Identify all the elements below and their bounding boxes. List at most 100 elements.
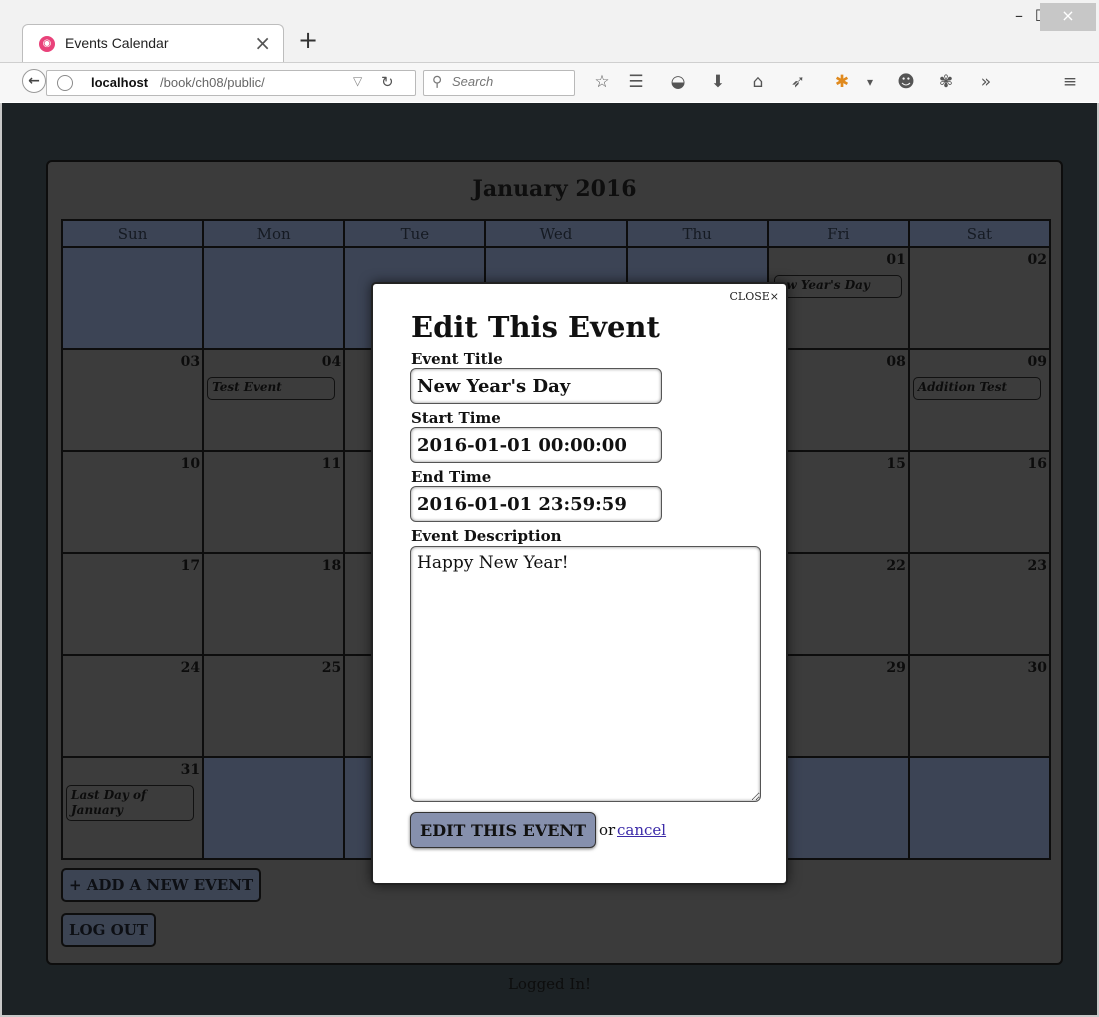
weekday-header: Thu (625, 219, 769, 248)
day-number: 09 (1027, 354, 1047, 370)
weekday-header: Sat (907, 219, 1052, 248)
search-icon: ⚲ (432, 74, 443, 90)
url-dropdown-icon[interactable]: ▽ (353, 74, 362, 88)
day-cell: 15 (766, 450, 910, 554)
empty-day-cell (907, 756, 1052, 860)
day-cell: 02 (907, 246, 1052, 350)
end-time-input[interactable] (410, 486, 662, 522)
day-cell: 16 (907, 450, 1052, 554)
day-number: 08 (886, 354, 906, 370)
empty-day-cell (202, 246, 346, 350)
day-cell: 17 (60, 552, 205, 656)
day-number: 04 (321, 354, 342, 370)
home-icon[interactable]: ⌂ (746, 69, 770, 95)
tab-title: Events Calendar (65, 35, 169, 51)
day-number: 24 (180, 660, 201, 676)
day-cell: 22 (766, 552, 910, 656)
end-time-label: End Time (411, 468, 492, 486)
day-cell: 25 (202, 654, 346, 758)
reload-icon[interactable]: ↻ (381, 73, 394, 91)
day-number: 31 (180, 762, 201, 778)
day-cell: 09 Addition Test (907, 348, 1052, 452)
event-title-label: Event Title (411, 350, 503, 368)
hamburger-menu-icon[interactable]: ≡ (1058, 69, 1082, 95)
event-link[interactable]: ew Year's Day (773, 275, 902, 298)
app-favicon-icon: ◉ (39, 36, 55, 52)
globe-icon (57, 75, 73, 91)
day-number: 25 (321, 660, 342, 676)
day-number: 16 (1027, 456, 1047, 472)
tab-close-icon[interactable]: × (254, 31, 271, 55)
day-number: 11 (321, 456, 342, 472)
edit-event-submit-button[interactable]: EDIT THIS EVENT (410, 812, 596, 848)
pocket-icon[interactable]: ◒ (666, 69, 690, 95)
event-link[interactable]: Last Day of January (66, 785, 194, 821)
event-title-input[interactable] (410, 368, 662, 404)
window-minimize-button[interactable]: – (1002, 3, 1036, 31)
cancel-link[interactable]: cancel (617, 821, 666, 839)
add-event-button[interactable]: + ADD A NEW EVENT (61, 868, 262, 902)
download-icon[interactable]: ⬇ (706, 69, 730, 95)
or-text: or (599, 821, 616, 839)
empty-day-cell (766, 756, 910, 860)
window-close-button[interactable]: × (1040, 3, 1096, 31)
weekday-header: Fri (766, 219, 910, 248)
empty-day-cell (202, 756, 346, 860)
day-cell: 24 (60, 654, 205, 758)
weekday-header: Wed (484, 219, 628, 248)
day-number: 15 (886, 456, 906, 472)
day-number: 10 (180, 456, 201, 472)
extension-icon[interactable]: ✾ (934, 69, 958, 95)
day-number: 17 (180, 558, 201, 574)
login-status: Logged In! (507, 975, 592, 993)
day-number: 29 (886, 660, 906, 676)
day-cell: 23 (907, 552, 1052, 656)
bookmark-star-icon[interactable]: ☆ (590, 69, 614, 95)
month-title: January 2016 (472, 176, 637, 202)
event-link[interactable]: Addition Test (912, 377, 1041, 400)
day-cell: 31 Last Day of January (60, 756, 205, 860)
weekday-header: Sun (60, 219, 205, 248)
day-number: 23 (1027, 558, 1047, 574)
day-number: 30 (1027, 660, 1047, 676)
chat-icon[interactable]: ☻ (894, 69, 918, 95)
event-link[interactable]: Test Event (207, 377, 336, 400)
day-cell: 29 (766, 654, 910, 758)
modal-close-button[interactable]: CLOSE× (729, 290, 779, 303)
logout-button[interactable]: LOG OUT (61, 913, 156, 947)
day-cell: 11 (202, 450, 346, 554)
extension-dropdown-icon[interactable]: ▾ (858, 69, 882, 95)
day-number: 18 (321, 558, 342, 574)
day-cell: 30 (907, 654, 1052, 758)
overflow-menu-icon[interactable]: » (974, 69, 998, 95)
day-cell: 08 (766, 348, 910, 452)
url-host: localhost (91, 75, 149, 90)
reading-list-icon[interactable]: ☰ (624, 69, 648, 95)
new-tab-button[interactable]: + (298, 26, 318, 54)
browser-tab[interactable]: ◉ Events Calendar × (22, 24, 284, 62)
modal-heading: Edit This Event (411, 310, 660, 344)
search-box[interactable]: ⚲ (423, 70, 575, 96)
event-description-textarea[interactable]: Happy New Year! (410, 546, 761, 802)
url-path: /book/ch08/public/ (160, 75, 265, 90)
start-time-input[interactable] (410, 427, 662, 463)
weekday-header: Tue (343, 219, 487, 248)
address-bar[interactable]: localhost /book/ch08/public/ ▽ ↻ (46, 70, 416, 96)
day-cell: 04 Test Event (202, 348, 346, 452)
event-description-label: Event Description (411, 527, 562, 545)
day-cell: 01 ew Year's Day (766, 246, 910, 350)
send-icon[interactable]: ➶ (786, 69, 810, 95)
firebug-icon[interactable]: ✱ (830, 69, 854, 95)
start-time-label: Start Time (411, 409, 501, 427)
weekday-header: Mon (202, 219, 346, 248)
day-cell: 03 (60, 348, 205, 452)
day-cell: 18 (202, 552, 346, 656)
browser-chrome: ◉ Events Calendar × + – ☐ × ← localhost … (0, 0, 1099, 102)
day-number: 22 (886, 558, 906, 574)
empty-day-cell (60, 246, 205, 350)
navigation-toolbar: ← localhost /book/ch08/public/ ▽ ↻ ⚲ ☆ ☰… (0, 62, 1099, 102)
search-input[interactable] (452, 74, 570, 89)
day-number: 02 (1027, 252, 1047, 268)
back-arrow-icon[interactable]: ← (22, 69, 46, 93)
day-number: 03 (180, 354, 201, 370)
